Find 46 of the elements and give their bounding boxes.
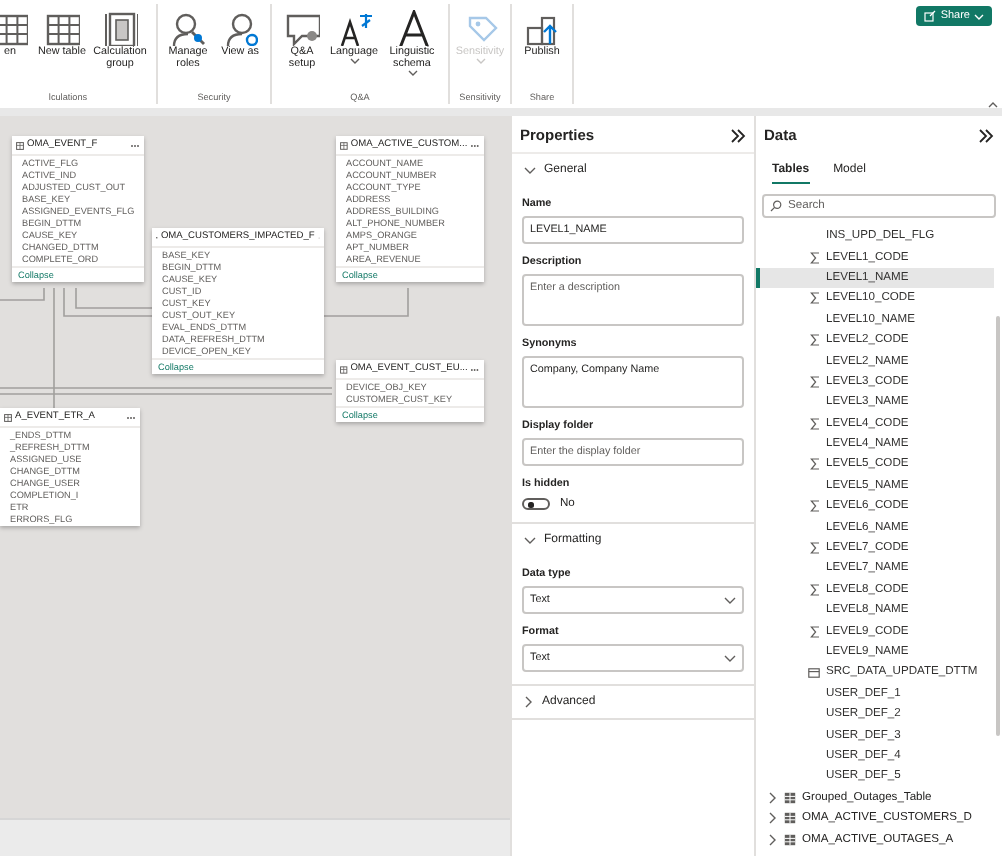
sigma-icon <box>809 251 819 264</box>
sigma-icon <box>809 334 819 347</box>
table-icon <box>340 141 348 149</box>
calendar-icon <box>808 667 820 678</box>
chevron-right-icon <box>524 696 534 708</box>
relationship-line[interactable] <box>0 393 333 395</box>
collapse-ribbon-icon[interactable] <box>988 102 998 108</box>
relationship-line[interactable] <box>0 287 45 301</box>
toggle-switch[interactable] <box>522 498 550 510</box>
letter-a-icon <box>394 10 430 46</box>
calculation-table-icon <box>102 10 138 46</box>
person-search-icon <box>170 10 206 46</box>
table-icon <box>16 141 24 149</box>
share-icon <box>924 10 937 22</box>
chevron-down-icon <box>524 535 536 545</box>
chevron-down-icon <box>724 595 736 605</box>
sigma-icon <box>809 458 819 471</box>
scrollbar[interactable] <box>995 316 1000 736</box>
table-icon <box>784 833 796 846</box>
chat-bubble-icon <box>284 10 320 46</box>
table-icon <box>784 812 796 825</box>
sigma-icon <box>809 500 819 513</box>
relationship-line[interactable] <box>63 287 153 317</box>
table-icon <box>44 10 80 46</box>
table-icon <box>4 413 12 421</box>
table-icon <box>784 791 796 804</box>
collapse-pane-icon[interactable] <box>730 127 746 143</box>
table-icon <box>0 10 28 46</box>
search-icon <box>770 200 782 212</box>
table-icon <box>340 365 348 373</box>
sigma-icon <box>809 542 819 555</box>
person-view-icon <box>222 10 258 46</box>
chevron-down-icon <box>724 653 736 663</box>
sigma-icon <box>809 292 819 305</box>
sigma-icon <box>809 625 819 638</box>
caret-icon <box>974 13 984 19</box>
chevron-down-icon <box>524 165 536 175</box>
sigma-icon <box>809 375 819 388</box>
translate-icon <box>336 10 372 46</box>
relationship-line[interactable] <box>323 287 409 317</box>
collapse-pane-icon[interactable] <box>978 127 994 143</box>
relationship-line[interactable] <box>75 287 153 309</box>
relationship-line[interactable] <box>53 287 55 409</box>
sigma-icon <box>809 417 819 430</box>
relationship-line[interactable] <box>0 387 333 389</box>
sigma-icon <box>809 583 819 596</box>
